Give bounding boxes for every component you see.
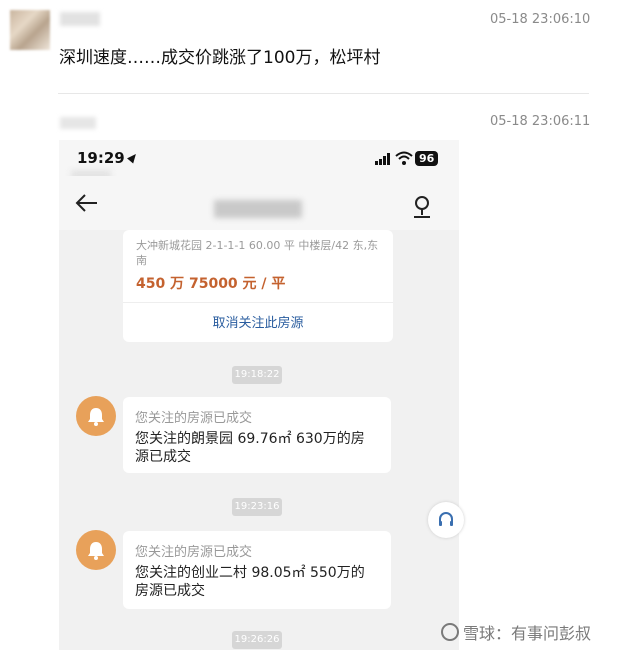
nav-bar (59, 176, 459, 230)
customer-service-button[interactable] (428, 502, 464, 538)
notice-card[interactable]: 您关注的房源已成交 您关注的创业二村 98.05㎡ 550万的房源已成交 (123, 531, 391, 609)
watermark: 雪球：有事问彭叔 (441, 620, 591, 644)
person-icon[interactable] (411, 195, 433, 219)
unfollow-button[interactable]: 取消关注此房源 (123, 312, 393, 331)
divider (58, 93, 589, 94)
message-timestamp: 05-18 23:06:10 (490, 12, 591, 27)
wifi-icon (395, 151, 413, 165)
bell-icon (76, 530, 116, 570)
notice-card[interactable]: 您关注的房源已成交 您关注的朗景园 69.76㎡ 630万的房源已成交 (123, 397, 391, 473)
signal-icon (375, 153, 393, 165)
status-time: 19:29 (77, 149, 139, 167)
notice-title: 您关注的房源已成交 (135, 411, 253, 426)
message-timestamp: 05-18 23:06:11 (490, 114, 591, 129)
snowball-logo-icon (441, 623, 459, 641)
location-icon (126, 151, 139, 164)
headset-icon (439, 512, 453, 526)
battery-indicator: 96 (415, 151, 439, 166)
listing-card[interactable]: 大冲新城花园 2-1-1-1 60.00 平 中楼层/42 东,东南 450 万… (123, 230, 393, 342)
chat-timestamp: 19:23:16 (232, 498, 282, 516)
chat-timestamp: 19:26:26 (232, 631, 282, 649)
avatar[interactable] (10, 10, 50, 50)
sender-name-blurred (60, 117, 96, 129)
message-text: 深圳速度……成交价跳涨了100万，松坪村 (59, 48, 381, 68)
divider (123, 302, 393, 303)
notice-title: 您关注的房源已成交 (135, 545, 253, 560)
back-arrow-icon[interactable] (75, 192, 99, 214)
bell-icon (76, 396, 116, 436)
screenshot-image[interactable]: 19:29 96 大冲新城花园 2-1-1-1 60.00 平 中楼层/42 东… (59, 140, 459, 650)
chat-timestamp: 19:18:22 (232, 366, 282, 384)
chat-title-blurred (214, 200, 302, 218)
notice-body: 您关注的朗景园 69.76㎡ 630万的房源已成交 (135, 431, 365, 465)
sender-name-blurred (60, 12, 100, 26)
status-bar: 19:29 96 (59, 140, 459, 176)
listing-address: 大冲新城花园 2-1-1-1 60.00 平 中楼层/42 东,东南 (136, 239, 379, 267)
listing-price: 450 万 75000 元 / 平 (136, 276, 286, 292)
notice-body: 您关注的创业二村 98.05㎡ 550万的房源已成交 (135, 565, 365, 599)
